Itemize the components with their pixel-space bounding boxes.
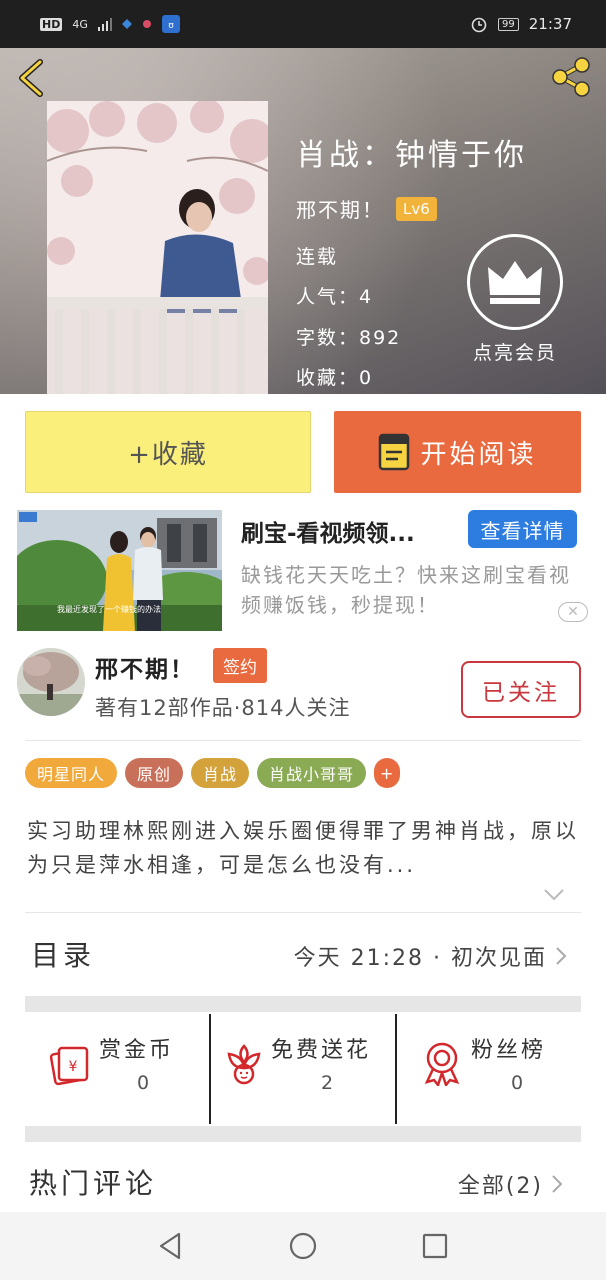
hd-indicator: HD: [40, 17, 63, 31]
add-tag-button[interactable]: +: [374, 758, 401, 788]
app-notify-icon: [121, 19, 132, 29]
section-separator: [25, 1126, 581, 1142]
ad-description: 缺钱花天天吃土？快来这刷宝看视频赚饭钱，秒提现！: [241, 563, 571, 617]
send-flower-button[interactable]: 免费送花 2: [209, 1014, 395, 1124]
alarm-icon: [471, 17, 487, 33]
back-arrow-icon[interactable]: [14, 58, 50, 98]
book-icon: [379, 433, 410, 471]
book-favorites: 收藏：0: [296, 367, 374, 389]
fan-ranking-button[interactable]: 粉丝榜 0: [395, 1014, 581, 1124]
status-bar: HD 4G ʊ 99 21:37: [0, 0, 606, 48]
hot-comments-header[interactable]: 热门评论 全部(2): [25, 1146, 581, 1212]
book-author-line: 邢不期！ Lv6: [296, 194, 437, 223]
chevron-right-icon: [556, 947, 567, 965]
expand-chevron-icon[interactable]: [543, 888, 565, 902]
ad-view-details-button[interactable]: 查看详情: [468, 510, 577, 548]
author-name[interactable]: 邢不期！: [95, 650, 195, 684]
avatar[interactable]: [17, 648, 85, 716]
divider: [25, 912, 581, 913]
medal-icon: [424, 1042, 460, 1086]
svg-text:ʊ: ʊ: [168, 21, 174, 31]
toc-title: 目录: [31, 939, 96, 972]
book-popularity: 人气：4: [296, 286, 374, 308]
follow-button[interactable]: 已关注: [461, 661, 581, 718]
svg-text:¥: ¥: [69, 1059, 78, 1075]
book-cover-image: [47, 101, 268, 394]
book-status: 连载: [296, 246, 339, 268]
clock: 21:37: [528, 15, 572, 33]
book-author[interactable]: 邢不期！: [296, 194, 384, 223]
start-reading-label: 开始阅读: [420, 439, 537, 470]
system-nav-bar: [0, 1212, 606, 1280]
collect-button[interactable]: +收藏: [25, 411, 311, 493]
start-reading-button[interactable]: 开始阅读: [334, 411, 581, 493]
reward-label: 免费送花: [271, 1038, 372, 1063]
reward-label: 赏金币: [99, 1038, 175, 1063]
book-hero: 肖战：钟情于你 邢不期！ Lv6 连载 人气：4 字数：892 收藏：0 点亮会…: [0, 48, 606, 394]
network-indicator: 4G: [72, 17, 88, 31]
reward-count: 0: [511, 1072, 524, 1094]
crown-icon: [467, 234, 563, 330]
book-word-count: 字数：892: [296, 327, 402, 349]
ad-banner[interactable]: 我最近发现了一个赚钱的办法 刷宝-看视频领... 查看详情 缺钱花天天吃土？快来…: [17, 510, 589, 634]
all-comments-link[interactable]: 全部(2): [458, 1168, 543, 1200]
reward-coins-button[interactable]: ¥ 赏金币 0: [25, 1014, 209, 1124]
signed-badge: 签约: [213, 648, 267, 683]
reward-count: 0: [137, 1072, 150, 1094]
vip-button[interactable]: 点亮会员: [466, 234, 564, 365]
share-icon[interactable]: [548, 54, 594, 100]
vip-label: 点亮会员: [472, 342, 557, 364]
tag-item[interactable]: 肖战小哥哥: [257, 758, 367, 788]
app-dot-icon: [142, 20, 151, 28]
book-detail-body: +收藏 开始阅读 我最近发现了一个赚钱的办法 刷宝-看视频领... 查看详情 缺…: [0, 394, 606, 1212]
tag-item[interactable]: 肖战: [191, 758, 250, 788]
reward-count: 2: [321, 1072, 334, 1094]
reward-bar: ¥ 赏金币 0 免费送花 2 粉丝榜 0: [25, 1014, 581, 1124]
ad-title[interactable]: 刷宝-看视频领...: [241, 514, 467, 548]
book-synopsis[interactable]: 实习助理林熙刚进入娱乐圈便得罪了男神肖战，原以为只是萍水相逢，可是怎么也没有..…: [27, 814, 587, 882]
nav-back-icon[interactable]: [155, 1230, 187, 1262]
table-of-contents-row[interactable]: 目录 今天 21:28 · 初次见面: [25, 914, 581, 992]
tag-list: 明星同人 原创 肖战 肖战小哥哥 +: [25, 758, 401, 788]
hot-comments-title: 热门评论: [29, 1167, 158, 1200]
flower-icon: [227, 1044, 261, 1085]
author-stats: 著有12部作品·814人关注: [95, 696, 351, 720]
red-envelope-icon: ¥: [49, 1046, 89, 1086]
level-badge: Lv6: [396, 196, 437, 221]
ad-close-button[interactable]: ✕: [558, 602, 588, 622]
nav-recents-icon[interactable]: [419, 1230, 451, 1262]
chevron-right-icon: [552, 1175, 563, 1193]
book-title: 肖战：钟情于你: [296, 138, 527, 173]
ad-thumbnail[interactable]: 我最近发现了一个赚钱的办法: [17, 510, 222, 631]
battery-indicator: 99: [498, 17, 519, 31]
reward-label: 粉丝榜: [471, 1038, 547, 1063]
divider: [25, 740, 581, 741]
signal-icon: [97, 18, 112, 31]
nav-home-icon[interactable]: [287, 1230, 319, 1262]
app-badge-icon: ʊ: [161, 15, 180, 33]
toc-latest-chapter: 今天 21:28 · 初次见面: [293, 946, 547, 971]
section-separator: [25, 996, 581, 1012]
ad-thumb-caption: 我最近发现了一个赚钱的办法: [57, 605, 161, 614]
author-card[interactable]: 邢不期！ 签约 著有12部作品·814人关注 已关注: [17, 648, 589, 728]
tag-item[interactable]: 原创: [125, 758, 184, 788]
tag-item[interactable]: 明星同人: [25, 758, 118, 788]
